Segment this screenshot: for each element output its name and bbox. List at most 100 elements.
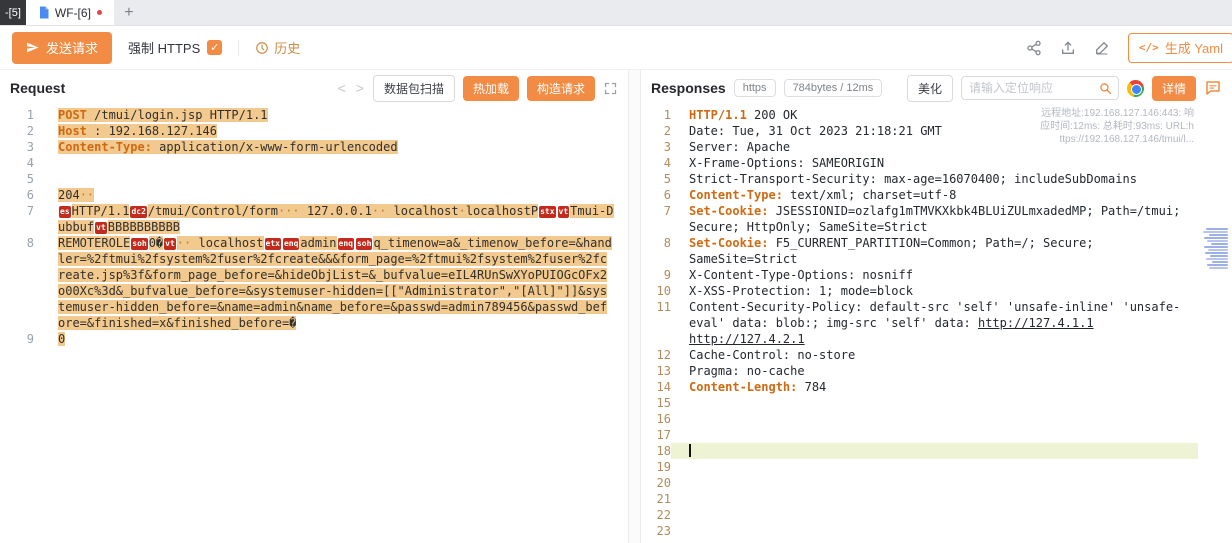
- share-icon[interactable]: [1026, 40, 1042, 56]
- control-char-chip: vt: [95, 222, 107, 234]
- line-number: 8: [641, 235, 671, 251]
- fuzzer-toolbar: 发送请求 强制 HTTPS ✓ 历史 </> 生成 Yaml: [0, 26, 1232, 70]
- line-number: 10: [641, 283, 671, 299]
- next-packet-icon[interactable]: >: [355, 80, 365, 96]
- response-line[interactable]: 7Set-Cookie: JSESSIONID=ozlafg1mTMVKXkbk…: [641, 203, 1232, 235]
- response-line[interactable]: 18: [641, 443, 1232, 459]
- tab-bar: -[5] WF-[6] +: [0, 0, 1232, 26]
- force-https-checkbox[interactable]: ✓: [207, 40, 222, 55]
- response-line[interactable]: 5Strict-Transport-Security: max-age=1607…: [641, 171, 1232, 187]
- request-header-actions: < > 数据包扫描 热加载 构造请求: [337, 75, 618, 102]
- beautify-button[interactable]: 美化: [907, 75, 953, 102]
- token: localhost: [386, 204, 458, 218]
- force-https-control: 强制 HTTPS ✓: [128, 38, 222, 57]
- line-number: 7: [641, 203, 671, 219]
- panel-splitter[interactable]: [628, 70, 641, 543]
- line-number: 15: [641, 395, 671, 411]
- token: Host: [58, 124, 87, 138]
- code-content: Pragma: no-cache: [671, 363, 1198, 379]
- request-line[interactable]: 6204··: [0, 187, 628, 203]
- line-number: 2: [0, 123, 34, 139]
- response-line[interactable]: 21: [641, 491, 1232, 507]
- response-line[interactable]: 11Content-Security-Policy: default-src '…: [641, 299, 1232, 347]
- paper-plane-icon: [26, 41, 39, 54]
- response-line[interactable]: 8Set-Cookie: F5_CURRENT_PARTITION=Common…: [641, 235, 1232, 267]
- request-line[interactable]: 1POST /tmui/login.jsp HTTP/1.1: [0, 107, 628, 123]
- chat-icon[interactable]: [1204, 79, 1222, 97]
- response-line[interactable]: 23: [641, 523, 1232, 539]
- token: HTTP/1.1: [72, 204, 130, 218]
- code-content: [671, 507, 1198, 523]
- request-line[interactable]: 3Content-Type: application/x-www-form-ur…: [0, 139, 628, 155]
- protocol-badge: https: [734, 79, 776, 97]
- export-icon[interactable]: [1060, 40, 1076, 56]
- control-char-chip: enq: [283, 238, 299, 250]
- prev-packet-icon[interactable]: <: [337, 80, 347, 96]
- line-number: 1: [0, 107, 34, 123]
- edit-icon[interactable]: [1094, 40, 1110, 56]
- code-content: Content-Type: application/x-www-form-url…: [34, 139, 614, 155]
- request-line[interactable]: 5: [0, 171, 628, 187]
- tab-previous[interactable]: -[5]: [0, 0, 26, 25]
- response-editor[interactable]: 远程地址:192.168.127.146:443: 响 应时间:12ms: 总耗…: [641, 104, 1232, 543]
- code-content: Host : 192.168.127.146: [34, 123, 614, 139]
- token: POST: [58, 108, 87, 122]
- request-editor[interactable]: 1POST /tmui/login.jsp HTTP/1.12Host : 19…: [0, 104, 628, 543]
- packet-scan-button[interactable]: 数据包扫描: [373, 75, 455, 102]
- details-button[interactable]: 详情: [1152, 76, 1196, 101]
- response-line[interactable]: 6Content-Type: text/xml; charset=utf-8: [641, 187, 1232, 203]
- request-line[interactable]: 8REMOTEROLEsoh0�vt·· localhostetxenqadmi…: [0, 235, 628, 331]
- line-number: 5: [641, 171, 671, 187]
- response-line[interactable]: 16: [641, 411, 1232, 427]
- token: REMOTEROLE: [58, 236, 130, 250]
- line-number: 9: [0, 331, 34, 347]
- chrome-icon[interactable]: [1127, 80, 1144, 97]
- response-line[interactable]: 14Content-Length: 784: [641, 379, 1232, 395]
- line-number: 3: [0, 139, 34, 155]
- line-number: 18: [641, 443, 671, 459]
- control-char-chip: vt: [558, 206, 570, 218]
- response-line[interactable]: 22: [641, 507, 1232, 523]
- minimap[interactable]: [1202, 104, 1232, 543]
- send-request-button[interactable]: 发送请求: [12, 32, 112, 64]
- line-number: 3: [641, 139, 671, 155]
- fullscreen-icon[interactable]: [603, 81, 618, 96]
- token: [1094, 316, 1101, 330]
- tab-active[interactable]: WF-[6]: [26, 0, 114, 25]
- response-line[interactable]: 2Date: Tue, 31 Oct 2023 21:18:21 GMT: [641, 123, 1232, 139]
- search-input[interactable]: [962, 81, 1093, 95]
- response-line[interactable]: 12Cache-Control: no-store: [641, 347, 1232, 363]
- search-icon[interactable]: [1093, 82, 1118, 95]
- response-line[interactable]: 15: [641, 395, 1232, 411]
- code-content: Content-Length: 784: [671, 379, 1198, 395]
- line-number: 6: [641, 187, 671, 203]
- response-line[interactable]: 19: [641, 459, 1232, 475]
- token: Server: Apache: [689, 140, 790, 154]
- control-char-chip: etx: [265, 238, 281, 250]
- build-request-button[interactable]: 构造请求: [527, 76, 595, 101]
- add-tab-button[interactable]: +: [114, 0, 144, 25]
- response-line[interactable]: 17: [641, 427, 1232, 443]
- request-line[interactable]: 90: [0, 331, 628, 347]
- response-line[interactable]: 10X-XSS-Protection: 1; mode=block: [641, 283, 1232, 299]
- request-line[interactable]: 7esHTTP/1.1dc2/tmui/Control/form··· 127.…: [0, 203, 628, 235]
- code-content: X-XSS-Protection: 1; mode=block: [671, 283, 1198, 299]
- response-line[interactable]: 3 Server: Apache: [641, 139, 1232, 155]
- token: application/x-www-form-urlencoded: [152, 140, 398, 154]
- line-number: 7: [0, 203, 34, 219]
- code-content: [671, 427, 1198, 443]
- request-line[interactable]: 4: [0, 155, 628, 171]
- response-line[interactable]: 13Pragma: no-cache: [641, 363, 1232, 379]
- hot-reload-button[interactable]: 热加载: [463, 76, 519, 101]
- control-char-chip: enq: [338, 238, 354, 250]
- generate-yaml-button[interactable]: </> 生成 Yaml: [1128, 33, 1232, 63]
- response-line[interactable]: 9X-Content-Type-Options: nosniff: [641, 267, 1232, 283]
- code-content: [671, 411, 1198, 427]
- code-content: [671, 395, 1198, 411]
- request-title: Request: [10, 80, 65, 96]
- response-line[interactable]: 1HTTP/1.1 200 OK: [641, 107, 1232, 123]
- response-line[interactable]: 20: [641, 475, 1232, 491]
- history-button[interactable]: 历史: [255, 38, 300, 57]
- response-line[interactable]: 4X-Frame-Options: SAMEORIGIN: [641, 155, 1232, 171]
- request-line[interactable]: 2Host : 192.168.127.146: [0, 123, 628, 139]
